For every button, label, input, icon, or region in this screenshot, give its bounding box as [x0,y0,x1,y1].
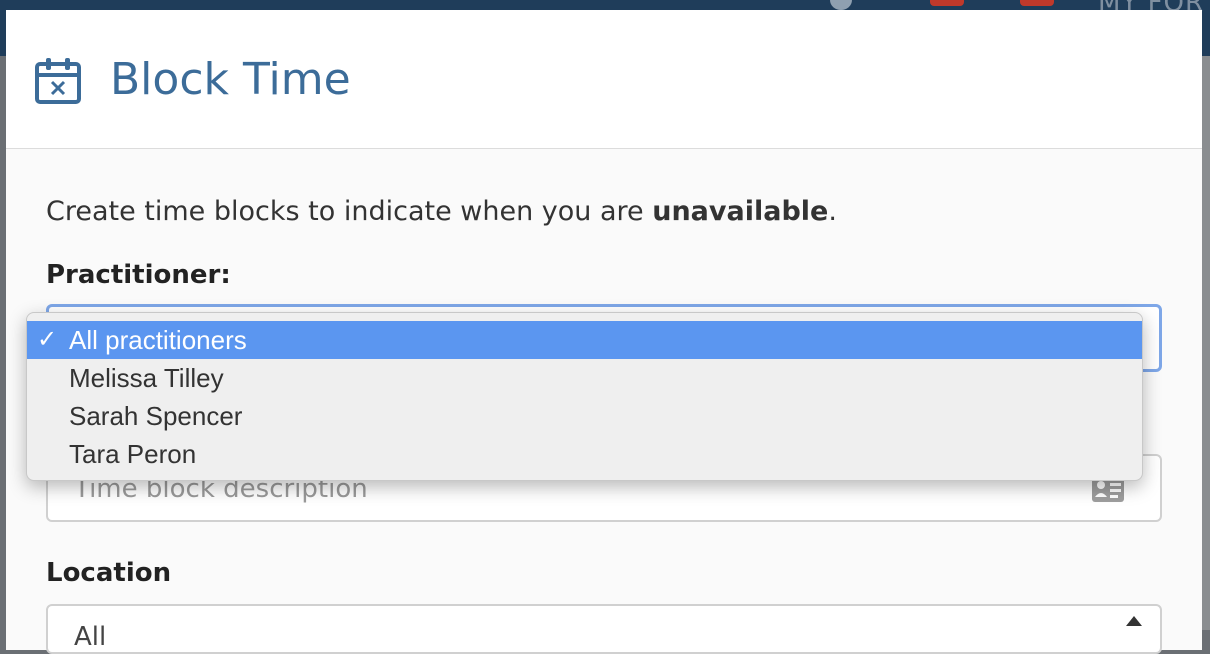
calendar-x-icon [35,58,81,104]
location-label: Location [46,558,172,588]
intro-text-end: . [828,196,837,227]
practitioner-label: Practitioner: [46,260,231,290]
dropdown-option-melissa-tilley[interactable]: Melissa Tilley [27,359,1142,397]
dropdown-option-all-practitioners[interactable]: ✓ All practitioners [27,321,1142,359]
dropdown-option-tara-peron[interactable]: Tara Peron [27,435,1142,473]
location-select-value: All [74,622,107,652]
background-badge [930,0,964,6]
modal-title: Block Time [110,54,351,105]
intro-text-start: Create time blocks to indicate when you … [46,196,653,227]
option-label: Sarah Spencer [69,401,243,431]
dropdown-option-sarah-spencer[interactable]: Sarah Spencer [27,397,1142,435]
option-label: Melissa Tilley [69,363,224,393]
checkmark-icon: ✓ [37,326,58,353]
caret-up-icon [1126,616,1142,626]
practitioner-dropdown-menu: ✓ All practitioners Melissa Tilley Sarah… [26,312,1143,481]
background-avatar-icon [830,0,852,10]
intro-emphasis: unavailable [652,196,829,227]
background-badge [1020,0,1054,6]
option-label: Tara Peron [69,439,197,469]
location-select[interactable]: All [46,604,1162,654]
option-label: All practitioners [69,325,247,355]
modal-header: Block Time [6,10,1202,149]
intro-text: Create time blocks to indicate when you … [46,196,837,227]
